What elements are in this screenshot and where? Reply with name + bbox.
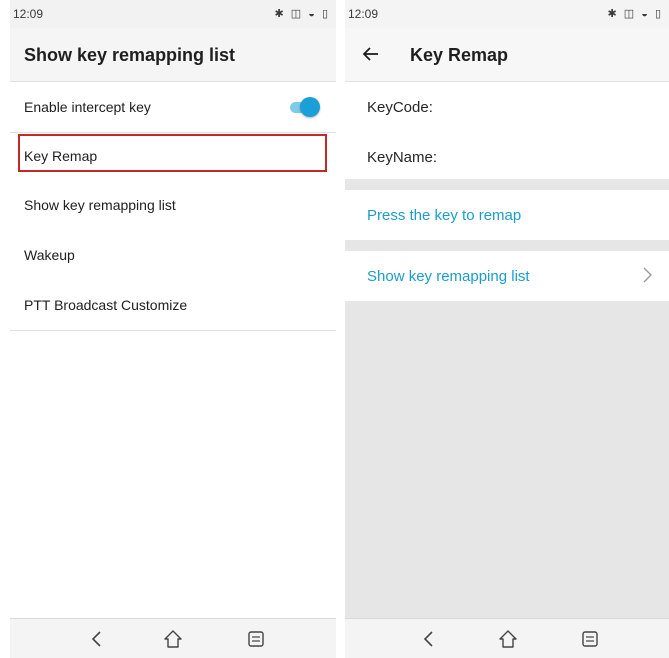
press-key-to-remap-row[interactable]: Press the key to remap bbox=[345, 190, 669, 240]
status-time: 12:09 bbox=[348, 7, 379, 21]
app-header: Show key remapping list bbox=[10, 28, 336, 82]
status-icons: ✱ ◫ ◒ ▯ bbox=[274, 7, 330, 20]
list-item-label: Enable intercept key bbox=[24, 99, 151, 115]
list-item-label: Wakeup bbox=[24, 247, 75, 263]
key-info-section: KeyCode: KeyName: bbox=[345, 82, 669, 179]
press-key-label: Press the key to remap bbox=[367, 207, 522, 224]
list-item-label: Key Remap bbox=[24, 148, 98, 164]
bluetooth-icon: ✱ bbox=[607, 8, 619, 20]
list-item-show-key-remapping-list[interactable]: Show key remapping list bbox=[10, 180, 336, 231]
show-key-remapping-list-row[interactable]: Show key remapping list bbox=[345, 251, 669, 301]
show-list-label: Show key remapping list bbox=[367, 268, 530, 285]
keycode-label: KeyCode: bbox=[367, 99, 433, 116]
vibrate-icon: ◫ bbox=[623, 8, 637, 20]
navigation-bar bbox=[10, 618, 336, 658]
home-icon[interactable] bbox=[496, 627, 520, 651]
wifi-icon: ◒ bbox=[308, 8, 317, 20]
page-title: Show key remapping list bbox=[24, 45, 236, 65]
recents-icon[interactable] bbox=[578, 627, 602, 651]
home-icon[interactable] bbox=[161, 627, 185, 651]
list-item-key-remap[interactable]: Key Remap bbox=[10, 133, 336, 184]
back-arrow-icon[interactable] bbox=[361, 44, 381, 64]
back-icon[interactable] bbox=[417, 627, 441, 651]
vibrate-icon: ◫ bbox=[290, 8, 304, 20]
list-item-wakeup[interactable]: Wakeup bbox=[10, 230, 336, 281]
wifi-icon: ◒ bbox=[641, 8, 650, 20]
battery-icon: ▯ bbox=[654, 8, 663, 20]
keyname-label: KeyName: bbox=[367, 149, 438, 166]
navigation-bar bbox=[345, 618, 669, 658]
list-item-label: Show key remapping list bbox=[24, 197, 176, 213]
list-item-label: PTT Broadcast Customize bbox=[24, 297, 188, 313]
back-icon[interactable] bbox=[85, 627, 109, 651]
key-remap-screen-right: 12:09 ✱ ◫ ◒ ▯ Key Remap KeyCode: KeyName… bbox=[345, 0, 669, 658]
battery-icon: ▯ bbox=[321, 8, 330, 20]
status-time: 12:09 bbox=[13, 7, 44, 21]
chevron-right-icon bbox=[643, 267, 652, 283]
settings-screen-left: 12:09 ✱ ◫ ◒ ▯ Show key remapping list En… bbox=[10, 0, 336, 658]
status-bar: 12:09 ✱ ◫ ◒ ▯ bbox=[345, 0, 669, 28]
recents-icon[interactable] bbox=[244, 627, 268, 651]
status-bar: 12:09 ✱ ◫ ◒ ▯ bbox=[10, 0, 336, 28]
app-header: Key Remap bbox=[345, 28, 669, 82]
list-item-enable-intercept-key[interactable]: Enable intercept key bbox=[10, 82, 336, 133]
status-icons: ✱ ◫ ◒ ▯ bbox=[607, 7, 663, 20]
page-title: Key Remap bbox=[410, 45, 509, 65]
toggle-thumb bbox=[300, 97, 320, 117]
list-item-ptt-broadcast-customize[interactable]: PTT Broadcast Customize bbox=[10, 280, 336, 331]
intercept-key-toggle[interactable] bbox=[290, 97, 320, 117]
bluetooth-icon: ✱ bbox=[274, 8, 286, 20]
